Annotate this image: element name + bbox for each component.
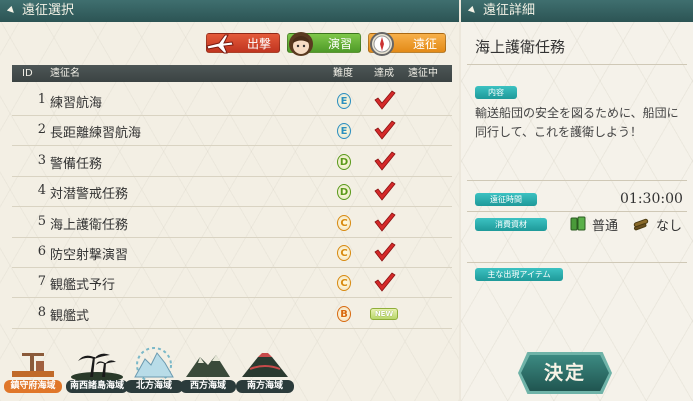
expedition-row[interactable]: 3 警備任務 D [12,147,452,177]
expedition-name: 長距離練習航海 [50,126,142,142]
content-label: 内容 [475,86,517,99]
expedition-id: 1 [37,92,46,107]
expedition-row[interactable]: 6 防空射撃演習 C [12,238,452,268]
harbor-crane-icon [12,353,54,377]
mission-title: 海上護衛任務 [475,38,566,56]
airplane-icon [205,30,235,58]
sortie-button[interactable]: 出撃 [206,33,280,54]
achieved-check-icon [374,120,396,141]
expedition-id: 2 [37,122,46,138]
expedition-row[interactable]: 4 対潜警戒任務 D [12,177,452,208]
palm-island-icon [71,353,123,381]
expedition-name: 警備任務 [50,156,103,172]
difficulty-badge: E [337,123,351,140]
sea-area-tab-4[interactable]: 西方海域 [180,345,236,393]
expedition-time: 01:30:00 [620,191,683,207]
expedition-id: 8 [37,304,46,320]
consumption-label: 消費資材 [475,218,547,231]
sea-area-tab-3[interactable]: 北方海域 [125,345,183,393]
expedition-id: 3 [37,152,46,168]
achieved-check-icon [374,90,396,110]
divider [467,211,687,212]
expedition-row[interactable]: 7 観艦式予行 C [12,268,452,299]
ammo-consumption: なし [656,219,683,234]
expedition-name: 防空射撃演習 [50,248,129,263]
decide-button[interactable]: 決定 [521,355,609,391]
sea-area-label: 西方海域 [180,380,236,393]
sea-area-label: 南方海域 [236,380,294,393]
achieved-check-icon [374,272,396,293]
mountain-icon [186,355,230,377]
header-marker-icon [7,6,17,16]
sea-area-label: 北方海域 [125,380,183,393]
fuel-consumption: 普通 [592,219,619,234]
expedition-row[interactable]: 8 観艦式 B NEW [12,299,452,329]
expedition-name: 観艦式 [50,308,90,324]
difficulty-badge: B [337,305,351,322]
compass-icon [367,30,397,58]
expedition-name: 観艦式予行 [50,278,116,294]
expedition-id: 6 [37,244,46,259]
expedition-id: 4 [37,183,46,199]
expedition-id: 7 [37,274,46,290]
iceberg-icon [134,347,174,381]
difficulty-badge: C [337,275,351,292]
column-id: ID [22,68,33,79]
expedition-name: 海上護衛任務 [50,217,129,233]
expedition-name: 対潜警戒任務 [50,187,129,203]
practice-button[interactable]: 演習 [287,32,361,56]
divider [467,180,687,181]
column-name: 遠征名 [50,68,80,79]
difficulty-badge: D [337,153,351,170]
expedition-select-title: 遠征選択 [22,3,75,18]
achieved-check-icon [374,242,396,262]
column-achieved: 達成 [374,68,394,79]
sea-area-label: 南西諸島海域 [66,380,128,393]
fuel-drum-icon [570,216,586,231]
expedition-label: 遠征 [412,37,437,51]
expedition-table-header: ID 遠征名 難度 達成 遠征中 [12,65,452,82]
sea-area-tab-5[interactable]: 南方海域 [236,345,294,393]
expedition-detail-header: 遠征詳細 [461,0,693,22]
header-marker-icon [468,6,478,16]
sea-area-tab-2[interactable]: 南西諸島海域 [66,345,128,393]
expedition-id: 5 [37,213,46,229]
sea-area-tab-1[interactable]: 鎮守府海域 [4,345,62,393]
difficulty-badge: E [337,93,351,109]
column-difficulty: 難度 [333,68,353,79]
time-label: 遠征時間 [475,193,537,206]
sortie-label: 出撃 [246,37,271,51]
items-label: 主な出現アイテム [475,268,563,281]
ammo-icon [633,218,649,231]
column-in-progress: 遠征中 [408,68,438,79]
new-badge: NEW [370,307,398,320]
mission-description: 輸送船団の安全を図るために、船団に同行して、これを護衛しよう！ [475,106,679,139]
sea-area-tabs: 鎮守府海域 南西諸島海域 北方海域 西方海域 南方海域 [0,345,459,401]
divider [467,262,687,263]
achieved-check-icon [374,151,396,171]
girl-face-icon [286,30,316,58]
practice-label: 演習 [327,37,352,51]
divider [467,64,687,65]
achieved-check-icon [374,212,396,232]
expedition-detail-title: 遠征詳細 [483,3,536,18]
expedition-row[interactable]: 5 海上護衛任務 C [12,208,452,238]
difficulty-badge: C [337,245,351,261]
volcano-icon [242,353,288,377]
expedition-row[interactable]: 2 長距離練習航海 E [12,116,452,147]
difficulty-badge: C [337,214,351,231]
sea-area-label: 鎮守府海域 [4,380,62,393]
expedition-select-header: 遠征選択 [0,0,459,22]
expedition-row[interactable]: 1 練習航海 E [12,86,452,116]
achieved-check-icon [374,181,396,201]
difficulty-badge: D [337,184,351,201]
expedition-button[interactable]: 遠征 [368,32,446,56]
expedition-name: 練習航海 [50,96,103,111]
